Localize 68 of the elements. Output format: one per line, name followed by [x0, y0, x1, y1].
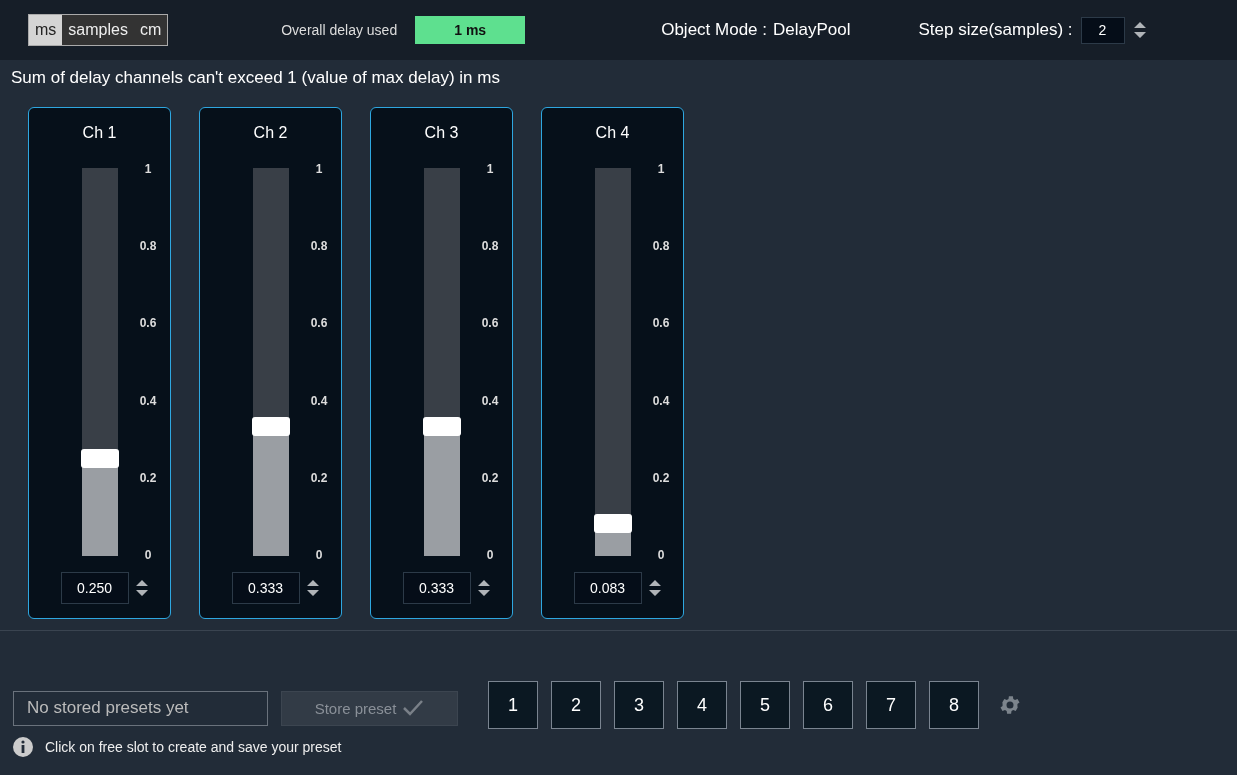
preset-slot[interactable]: 7	[866, 681, 916, 729]
object-mode-value: DelayPool	[773, 20, 851, 40]
scale-label: 0.2	[481, 470, 499, 485]
check-icon	[402, 699, 425, 717]
scale-label: 0.4	[652, 393, 670, 408]
slider-thumb[interactable]	[423, 416, 461, 436]
preset-slot[interactable]: 3	[614, 681, 664, 729]
scale-label: 0.2	[652, 470, 670, 485]
scale-label: 0.4	[310, 393, 328, 408]
stepper-arrows-icon[interactable]	[476, 578, 491, 598]
scale-label: 1	[657, 162, 665, 176]
slider-track[interactable]	[595, 168, 631, 556]
unit-option[interactable]: ms	[29, 15, 63, 45]
scale-label: 0	[657, 547, 665, 562]
scale-label: 0.8	[481, 239, 499, 254]
scale-label: 0.8	[139, 239, 157, 254]
preset-slot[interactable]: 6	[803, 681, 853, 729]
unit-option[interactable]: samples	[62, 15, 134, 45]
step-size-label: Step size(samples) :	[918, 20, 1073, 40]
unit-option[interactable]: cm	[133, 15, 168, 45]
slider-track[interactable]	[424, 168, 460, 556]
preset-slot[interactable]: 4	[677, 681, 727, 729]
scale-label: 0	[144, 547, 152, 562]
stepper-arrows-icon[interactable]	[647, 578, 662, 598]
channel-name: Ch 4	[595, 124, 630, 143]
scale-label: 1	[315, 162, 323, 176]
scale-label: 1	[144, 162, 152, 176]
preset-slot[interactable]: 2	[551, 681, 601, 729]
scale-label: 0.6	[481, 316, 499, 331]
scale-label: 0.8	[310, 239, 328, 254]
channel-value-field[interactable]: 0.250	[60, 572, 129, 604]
overall-delay-label: Overall delay used	[281, 22, 398, 38]
preset-slot[interactable]: 8	[929, 681, 979, 729]
scale-label: 0.6	[310, 316, 328, 331]
slider-thumb[interactable]	[252, 416, 290, 436]
scale-label: 0.4	[481, 393, 499, 408]
scale-label: 0.2	[139, 470, 157, 485]
limit-message: Sum of delay channels can't exceed 1 (value of max delay) in ms	[10, 67, 501, 89]
stepper-arrows-icon[interactable]	[134, 578, 149, 598]
preset-hint: Click on free slot to create and save your preset	[45, 739, 342, 755]
channel-value-field[interactable]: 0.333	[402, 572, 471, 604]
slider-thumb[interactable]	[81, 449, 119, 468]
scale-label: 0	[486, 547, 494, 562]
slider-track[interactable]	[82, 168, 118, 556]
scale-label: 1	[486, 162, 494, 176]
preset-slot[interactable]: 5	[740, 681, 790, 729]
settings-icon[interactable]	[998, 693, 1022, 717]
channel-name: Ch 3	[424, 124, 459, 143]
channel-value-field[interactable]: 0.333	[231, 572, 300, 604]
object-mode-label: Object Mode :	[661, 20, 767, 40]
step-size-field[interactable]: 2	[1080, 16, 1125, 44]
slider-thumb[interactable]	[594, 513, 632, 533]
overall-delay-value: 1 ms	[415, 16, 526, 44]
scale-label: 0.2	[310, 470, 328, 485]
slider-track[interactable]	[253, 168, 289, 556]
scale-label: 0.8	[652, 239, 670, 254]
channel-name: Ch 1	[82, 124, 117, 143]
stepper-arrows-icon[interactable]	[305, 578, 320, 598]
scale-label: 0.6	[652, 316, 670, 331]
channel-value-field[interactable]: 0.083	[573, 572, 642, 604]
scale-label: 0.6	[139, 316, 157, 331]
preset-name-field[interactable]: No stored presets yet	[13, 690, 268, 726]
preset-slot[interactable]: 1	[488, 681, 538, 729]
info-icon	[13, 737, 33, 757]
scale-label: 0.4	[139, 393, 157, 408]
scale-label: 0	[315, 547, 323, 562]
channel-name: Ch 2	[253, 124, 288, 143]
stepper-arrows-icon[interactable]	[1132, 20, 1147, 40]
